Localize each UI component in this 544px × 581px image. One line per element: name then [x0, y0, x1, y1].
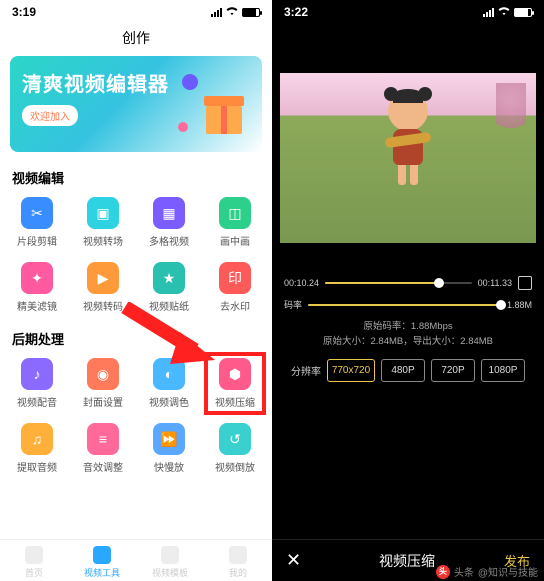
res-option-480p[interactable]: 480P — [381, 359, 425, 382]
video-preview[interactable] — [280, 50, 536, 266]
scissors-icon: ✂ — [21, 197, 53, 229]
wifi-icon — [497, 5, 511, 19]
post-tools-grid: ♪视频配音 ◉封面设置 ◐视频调色 ⬢视频压缩 ♫提取音频 ≡音效调整 ⏩快慢放… — [0, 354, 272, 484]
section-header-post: 后期处理 — [0, 323, 272, 354]
edit-tools-grid: ✂片段剪辑 ▣视频转场 ▦多格视频 ◫画中画 ✦精美滤镜 ▶视频转码 ★视频贴纸… — [0, 193, 272, 323]
highlight-box — [204, 352, 266, 415]
tool-sound-fx[interactable]: ≡音效调整 — [70, 419, 136, 478]
gift-icon — [178, 70, 248, 140]
wifi-icon — [225, 5, 239, 19]
fullscreen-icon[interactable] — [518, 276, 532, 290]
bitrate-label: 码率 — [284, 298, 302, 311]
home-icon — [25, 546, 43, 564]
resolution-label: 分辨率 — [291, 363, 321, 378]
tool-reverse[interactable]: ↺视频倒放 — [202, 419, 268, 478]
template-icon — [161, 546, 179, 564]
banner-cta-button[interactable]: 欢迎加入 — [22, 105, 78, 126]
tool-transcode[interactable]: ▶视频转码 — [70, 258, 136, 317]
section-header-edit: 视频编辑 — [0, 162, 272, 193]
tool-speed[interactable]: ⏩快慢放 — [136, 419, 202, 478]
tab-mine[interactable]: 我的 — [204, 546, 272, 579]
res-option-1080p[interactable]: 1080P — [481, 359, 525, 382]
sparkle-icon: ✦ — [21, 262, 53, 294]
promo-banner[interactable]: 清爽视频编辑器 欢迎加入 — [10, 56, 262, 152]
palette-icon: ◐ — [153, 358, 185, 390]
reverse-icon: ↺ — [219, 423, 251, 455]
speed-icon: ⏩ — [153, 423, 185, 455]
status-bar: 3:22 — [272, 0, 544, 24]
resolution-selector: 分辨率 770x720 480P 720P 1080P — [284, 359, 532, 382]
time-start: 00:10.24 — [284, 278, 319, 288]
compress-info: 原始码率：1.88Mbps 原始大小：2.84MB，导出大小：2.84MB — [284, 319, 532, 349]
toutiao-logo-icon: 头 — [436, 565, 450, 579]
res-option-720p[interactable]: 720P — [431, 359, 475, 382]
status-time: 3:22 — [284, 5, 308, 19]
tab-home[interactable]: 首页 — [0, 546, 68, 579]
person-icon — [229, 546, 247, 564]
source-credit: 头 头条 @知识与技能 — [436, 564, 538, 579]
tools-icon — [93, 546, 111, 564]
sticker-icon: ★ — [153, 262, 185, 294]
tool-cover[interactable]: ◉封面设置 — [70, 354, 136, 413]
bottom-tab-bar: 首页 视频工具 视频模板 我的 — [0, 539, 272, 581]
tool-clip[interactable]: ✂片段剪辑 — [4, 193, 70, 252]
tool-multigrid[interactable]: ▦多格视频 — [136, 193, 202, 252]
tool-extract-audio[interactable]: ♫提取音频 — [4, 419, 70, 478]
grid-icon: ▦ — [153, 197, 185, 229]
play-icon: ▶ — [87, 262, 119, 294]
page-title: 创作 — [0, 24, 272, 56]
pip-icon: ◫ — [219, 197, 251, 229]
signal-icon — [211, 8, 222, 17]
bitrate-value: 1.88M — [507, 300, 532, 310]
tool-compress[interactable]: ⬢视频压缩 — [202, 354, 268, 413]
close-button[interactable]: ✕ — [286, 550, 310, 571]
bitrate-slider[interactable]: 码率 1.88M — [284, 298, 532, 311]
tool-transition[interactable]: ▣视频转场 — [70, 193, 136, 252]
signal-icon — [483, 8, 494, 17]
status-bar: 3:19 — [0, 0, 272, 24]
res-option-770x720[interactable]: 770x720 — [327, 359, 375, 382]
tool-dub[interactable]: ♪视频配音 — [4, 354, 70, 413]
battery-icon — [242, 8, 260, 17]
tab-templates[interactable]: 视频模板 — [136, 546, 204, 579]
tab-video-tools[interactable]: 视频工具 — [68, 546, 136, 579]
battery-icon — [514, 8, 532, 17]
status-time: 3:19 — [12, 5, 36, 19]
timeline-slider[interactable]: 00:10.24 00:11.33 — [284, 276, 532, 290]
tool-pip[interactable]: ◫画中画 — [202, 193, 268, 252]
tool-color[interactable]: ◐视频调色 — [136, 354, 202, 413]
tool-filter[interactable]: ✦精美滤镜 — [4, 258, 70, 317]
music-icon: ♪ — [21, 358, 53, 390]
video-character — [381, 91, 435, 185]
watermark-icon: 印 — [219, 262, 251, 294]
tool-watermark[interactable]: 印去水印 — [202, 258, 268, 317]
time-end: 00:11.33 — [478, 278, 512, 288]
image-icon: ◉ — [87, 358, 119, 390]
transition-icon: ▣ — [87, 197, 119, 229]
headphone-icon: ♫ — [21, 423, 53, 455]
tool-sticker[interactable]: ★视频贴纸 — [136, 258, 202, 317]
equalizer-icon: ≡ — [87, 423, 119, 455]
